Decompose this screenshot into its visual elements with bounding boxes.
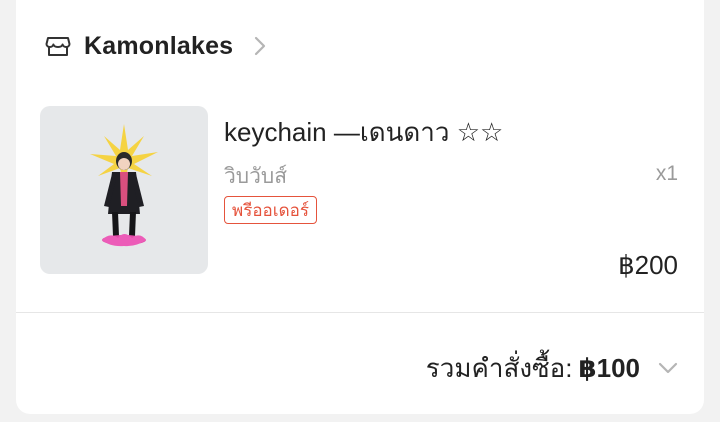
product-variant: วิบวับส์ (224, 165, 288, 188)
shop-header[interactable]: Kamonlakes (44, 28, 269, 64)
item-price: ฿200 (618, 250, 678, 280)
product-thumbnail[interactable] (40, 106, 208, 274)
preorder-badge: พรีออเดอร์ (224, 196, 317, 224)
order-total-toggle[interactable]: รวมคำสั่งซื้อ: ฿100 (426, 348, 680, 388)
order-total-amount: ฿100 (578, 352, 640, 383)
store-icon (44, 32, 72, 60)
product-title[interactable]: keychain —เดนดาว ☆☆ (224, 112, 503, 153)
order-card: Kamonlakes keychain —เดนดาว ☆☆ วิบวับส์ … (16, 0, 704, 414)
shop-name: Kamonlakes (84, 31, 234, 60)
item-quantity: x1 (655, 162, 678, 185)
divider (16, 312, 704, 313)
keychain-figure-image (90, 124, 158, 247)
order-total-label: รวมคำสั่งซื้อ: (425, 352, 573, 383)
chevron-right-icon (253, 34, 269, 58)
chevron-down-icon (656, 356, 680, 380)
